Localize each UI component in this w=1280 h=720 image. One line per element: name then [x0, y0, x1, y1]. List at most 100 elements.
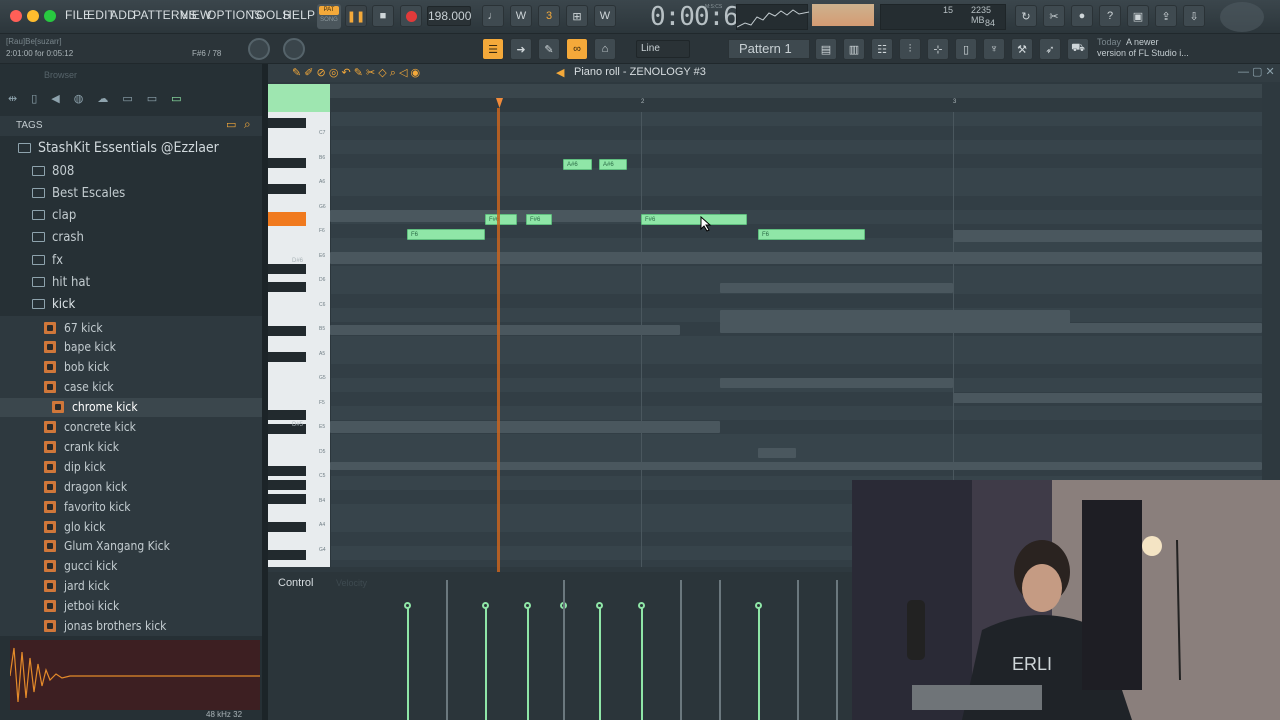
cloud-icon[interactable]: ☁ [97, 92, 108, 105]
metronome-icon[interactable]: ♩ [482, 5, 504, 27]
kick-item[interactable]: gucci kick [0, 557, 262, 576]
active-key[interactable] [268, 212, 306, 226]
velocity-handle[interactable] [524, 602, 531, 609]
velocity-bar[interactable] [485, 608, 487, 720]
network-icon[interactable]: ⊹ [927, 38, 949, 60]
note[interactable]: F#6 [526, 214, 552, 225]
velocity-handle[interactable] [755, 602, 762, 609]
overview-strip[interactable] [330, 84, 1262, 98]
folder-hit-hat[interactable]: hit hat [0, 271, 262, 293]
black-key[interactable] [268, 522, 306, 532]
kick-item[interactable]: jonas brothers kick [0, 617, 262, 636]
kick-item[interactable]: 67 kick [0, 318, 262, 337]
black-key[interactable] [268, 282, 306, 292]
velocity-handle[interactable] [404, 602, 411, 609]
undo-icon[interactable]: ↻ [1015, 5, 1037, 27]
news-text[interactable]: A newer [1126, 37, 1159, 47]
velocity-bar[interactable] [641, 608, 643, 720]
kick-item[interactable]: bape kick [0, 338, 262, 357]
velocity-bar[interactable] [758, 608, 760, 720]
pencil-icon[interactable]: ✎ [538, 38, 560, 60]
note[interactable]: A#6 [599, 159, 627, 170]
speaker-icon[interactable]: ◀ [51, 92, 59, 105]
menu-help[interactable]: HELP [283, 8, 315, 22]
folder-icon[interactable]: ▭ [226, 118, 236, 131]
window-controls[interactable]: — ▢ ✕ [1238, 65, 1275, 78]
folder-best-escales[interactable]: Best Escales [0, 182, 262, 204]
loop-record-icon[interactable]: W [594, 5, 616, 27]
folder-808[interactable]: 808 [0, 160, 262, 182]
record-button[interactable] [400, 5, 422, 27]
control-label[interactable]: Control [278, 577, 313, 589]
tools-icon[interactable]: ⚒ [1011, 38, 1033, 60]
help-icon[interactable]: ? [1099, 5, 1121, 27]
kick-item[interactable]: chrome kick [0, 397, 262, 417]
arrows-icon[interactable]: ⇹ [8, 92, 17, 105]
piano-keyboard[interactable]: D#6 D#5 C7 B6 A6 G6 F6 E6 D6 C6 B5 A5 G5 F5 E5 D5 C5 B4 A4… [268, 112, 330, 567]
kick-item[interactable]: favorito kick [0, 497, 262, 516]
black-key[interactable] [268, 410, 306, 420]
kick-item[interactable]: dragon kick [0, 477, 262, 496]
kick-item[interactable]: Glum Xangang Kick [0, 537, 262, 556]
black-key[interactable] [268, 480, 306, 490]
stop-button[interactable]: ■ [372, 5, 394, 27]
event-editor[interactable]: Control Velocity [268, 572, 852, 720]
browser-root-folder[interactable]: StashKit Essentials @Ezzlaer [0, 137, 262, 159]
velocity-handle[interactable] [482, 602, 489, 609]
tool-icons[interactable]: ✎ ✐ ⊘ ◎ ↶ ✎ ✂ ◇ ⌕ ◁ ◉ [292, 66, 420, 80]
note[interactable]: F#6 [485, 214, 517, 225]
note[interactable]: A#6 [563, 159, 592, 170]
velocity-bar[interactable] [407, 608, 409, 720]
tempo-display[interactable]: 198.000 [427, 6, 471, 26]
kick-item[interactable]: bob kick [0, 358, 262, 377]
kick-item[interactable]: jetboi kick [0, 597, 262, 616]
cut-icon[interactable]: ✂ [1043, 5, 1065, 27]
globe-icon[interactable]: ◍ [74, 92, 84, 105]
pat-song-toggle[interactable]: PAT SONG [317, 4, 341, 29]
velocity-handle[interactable] [596, 602, 603, 609]
folder-kick[interactable]: kick [0, 293, 262, 315]
folder-icon[interactable]: ▭ [122, 92, 132, 105]
plugin-icon[interactable]: ♆ [983, 38, 1005, 60]
close-window-button[interactable] [10, 10, 22, 22]
kick-item[interactable]: jard kick [0, 577, 262, 596]
black-key[interactable] [268, 352, 306, 362]
search-icon[interactable]: ⌕ [244, 117, 251, 132]
note[interactable]: F#6 [641, 214, 747, 225]
folder-fx[interactable]: fx [0, 249, 262, 271]
news-text-2[interactable]: version of FL Studio i... [1097, 48, 1189, 58]
link-icon[interactable]: ∞ [566, 38, 588, 60]
countdown-icon[interactable]: 3 [538, 5, 560, 27]
timeline-ruler[interactable]: 2 3 [330, 98, 1262, 112]
velocity-handle[interactable] [638, 602, 645, 609]
save-icon[interactable]: ▣ [1127, 5, 1149, 27]
channel-rack-icon[interactable]: ▤ [815, 38, 837, 60]
folder-plus-icon[interactable]: ▭ [171, 92, 181, 105]
kick-item[interactable]: concrete kick [0, 418, 262, 437]
export-icon[interactable]: ⇪ [1155, 5, 1177, 27]
zoom-window-button[interactable] [44, 10, 56, 22]
black-key[interactable] [268, 466, 306, 476]
velocity-bar[interactable] [527, 608, 529, 720]
kick-item[interactable]: glo kick [0, 517, 262, 536]
master-volume-knob[interactable] [248, 38, 270, 60]
pattern-selector[interactable]: Pattern 1 [728, 39, 810, 59]
master-pitch-knob[interactable] [283, 38, 305, 60]
folder-crash[interactable]: crash [0, 226, 262, 248]
cart-icon[interactable]: ⛟ [1067, 38, 1089, 60]
snap-mode-select[interactable]: Line [636, 40, 690, 58]
black-key[interactable] [268, 264, 306, 274]
black-key[interactable] [268, 550, 306, 560]
note[interactable]: F6 [407, 229, 485, 240]
playlist-icon[interactable]: ☰ [482, 38, 504, 60]
speaker-icon[interactable]: ◀ [556, 66, 564, 79]
step-edit-icon[interactable]: ⊞ [566, 5, 588, 27]
folder-star-icon[interactable]: ▭ [147, 92, 157, 105]
hat-icon[interactable]: ⌂ [594, 38, 616, 60]
kick-item[interactable]: crank kick [0, 437, 262, 456]
mixer-icon[interactable]: ☷ [871, 38, 893, 60]
black-key[interactable] [268, 494, 306, 504]
kick-item[interactable]: case kick [0, 378, 262, 397]
piano-roll-title[interactable]: Piano roll - ZENOLOGY #3 [574, 66, 706, 78]
wait-input-icon[interactable]: W [510, 5, 532, 27]
